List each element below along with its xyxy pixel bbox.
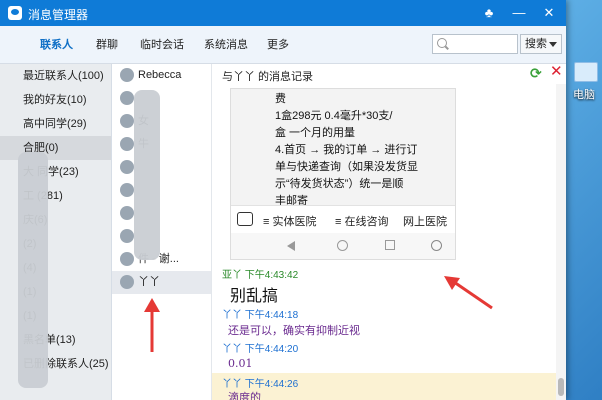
contact-item[interactable]	[112, 179, 211, 202]
image-menu-bar: ≡ 实体医院 ≡ 在线咨询 网上医院	[231, 205, 455, 233]
message-image[interactable]: 费 1盒298元 0.4毫升*30支/ 盒 一个月的用量 4.首页 → 我的订单…	[230, 88, 456, 260]
minimize-button[interactable]: —	[510, 4, 528, 22]
avatar	[120, 114, 134, 128]
message-text: 滴度的	[228, 391, 261, 400]
app-logo-icon	[8, 6, 22, 20]
image-text-line: 1盒298元 0.4毫升*30支/	[275, 110, 393, 122]
contact-item[interactable]: 牛	[112, 133, 211, 156]
group-item[interactable]: 已删除联系人(25)	[0, 352, 111, 376]
group-item[interactable]: (1)	[0, 280, 111, 304]
tab-group-chat[interactable]: 群聊	[96, 36, 118, 56]
tab-bar: 联系人 群聊 临时会话 系统消息 更多 搜索	[0, 26, 566, 64]
tab-temp-session[interactable]: 临时会话	[140, 36, 184, 56]
search-icon	[437, 38, 447, 48]
zoom-icon	[431, 240, 442, 251]
contact-item[interactable]: Rebecca	[112, 64, 211, 87]
group-item[interactable]: (2)	[0, 232, 111, 256]
image-text-line: 盒 一个月的用量	[275, 127, 356, 139]
group-item[interactable]: (4)	[0, 256, 111, 280]
skin-icon[interactable]: ♣	[480, 4, 498, 22]
window-title: 消息管理器	[28, 8, 89, 22]
highlighted-message: 丫丫 下午4:44:26 滴度的	[212, 373, 556, 400]
image-text-line: 4.首页 → 我的订单 → 进行订	[275, 144, 418, 156]
back-icon	[287, 241, 295, 251]
group-list: 最近联系人(100) 我的好友(10) 高中同学(29) 合肥(0) 大 同学(…	[0, 64, 112, 400]
message-text: 还是可以，确实有抑制近视	[228, 324, 360, 337]
contact-item[interactable]	[112, 225, 211, 248]
image-menu-item: ≡ 在线咨询	[335, 216, 389, 228]
group-item[interactable]: 我的好友(10)	[0, 88, 111, 112]
contact-item[interactable]	[112, 87, 211, 110]
message-text: 别乱搞	[230, 288, 279, 305]
desktop-computer-icon[interactable]: 电脑	[566, 60, 602, 104]
avatar	[120, 68, 134, 82]
group-item[interactable]: (1)	[0, 304, 111, 328]
computer-icon	[574, 62, 598, 82]
avatar	[120, 91, 134, 105]
image-menu-item: ≡ 实体医院	[263, 216, 317, 228]
message-text: 0.01	[228, 357, 253, 370]
contact-list: Rebecca 女 牛 件 - 谢... 丫丫	[112, 64, 212, 400]
group-item[interactable]: 工 (281)	[0, 184, 111, 208]
image-menu-item: 网上医院	[403, 216, 447, 228]
group-item[interactable]: 大 同学(23)	[0, 160, 111, 184]
group-item-selected[interactable]: 合肥(0)	[0, 136, 111, 160]
tab-system-messages[interactable]: 系统消息	[204, 36, 248, 56]
keyboard-icon	[237, 212, 253, 226]
message-manager-window: 消息管理器 ♣ — ✕ 联系人 群聊 临时会话 系统消息 更多 搜索 最近联系人…	[0, 0, 566, 400]
group-item[interactable]: 最近联系人(100)	[0, 64, 111, 88]
group-item[interactable]: 黑名单(13)	[0, 328, 111, 352]
tab-more[interactable]: 更多	[267, 36, 289, 56]
group-item[interactable]: 庆(6)	[0, 208, 111, 232]
avatar	[120, 252, 134, 266]
title-bar: 消息管理器 ♣ — ✕	[0, 0, 566, 26]
tab-contacts[interactable]: 联系人	[40, 36, 73, 56]
recent-apps-icon	[385, 240, 395, 250]
desktop-icon-label: 电脑	[573, 89, 595, 101]
image-text-line: 费	[275, 93, 286, 105]
contact-name: Rebecca	[138, 69, 182, 81]
scroll-thumb[interactable]	[558, 378, 564, 396]
group-item[interactable]: 高中同学(29)	[0, 112, 111, 136]
contact-name: 丫丫	[138, 276, 160, 288]
close-button[interactable]: ✕	[540, 4, 558, 22]
contact-item-selected[interactable]: 丫丫	[112, 271, 211, 294]
redaction-scribble	[134, 90, 160, 260]
chat-title: 与丫丫 的消息记录	[222, 71, 314, 83]
image-nav-bar	[231, 233, 455, 259]
chevron-down-icon	[549, 42, 557, 47]
redaction-scribble	[18, 152, 48, 388]
close-icon[interactable]: ✕	[550, 64, 564, 79]
contact-item[interactable]	[112, 156, 211, 179]
chat-record-panel: 与丫丫 的消息记录 ⟳ ✕ 费 1盒298元 0.4毫升*30支/ 盒 一个月的…	[212, 64, 566, 400]
contact-item[interactable]: 件 - 谢...	[112, 248, 211, 271]
message-meta: 丫丫 下午4:44:18	[222, 310, 299, 321]
avatar	[120, 206, 134, 220]
message-meta: 丫丫 下午4:44:20	[222, 344, 299, 355]
avatar	[120, 275, 134, 289]
image-text: 费 1盒298元 0.4毫升*30支/ 盒 一个月的用量 4.首页 → 我的订单…	[275, 91, 435, 210]
contact-item[interactable]	[112, 202, 211, 225]
image-text-line: 示“待发货状态”）统一是顺	[275, 178, 404, 190]
message-meta: 亚丫 下午4:43:42	[222, 270, 299, 281]
avatar	[120, 137, 134, 151]
home-icon	[337, 240, 348, 251]
message-meta: 丫丫 下午4:44:26	[222, 379, 299, 390]
avatar	[120, 160, 134, 174]
search-button-label: 搜索	[525, 38, 547, 50]
contact-item[interactable]: 女	[112, 110, 211, 133]
image-text-line: 单与快递查询（如果没发货显	[275, 161, 418, 173]
search-button[interactable]: 搜索	[520, 34, 562, 54]
avatar	[120, 183, 134, 197]
refresh-icon[interactable]: ⟳	[530, 66, 544, 80]
chat-scrollbar[interactable]	[556, 84, 566, 400]
avatar	[120, 229, 134, 243]
